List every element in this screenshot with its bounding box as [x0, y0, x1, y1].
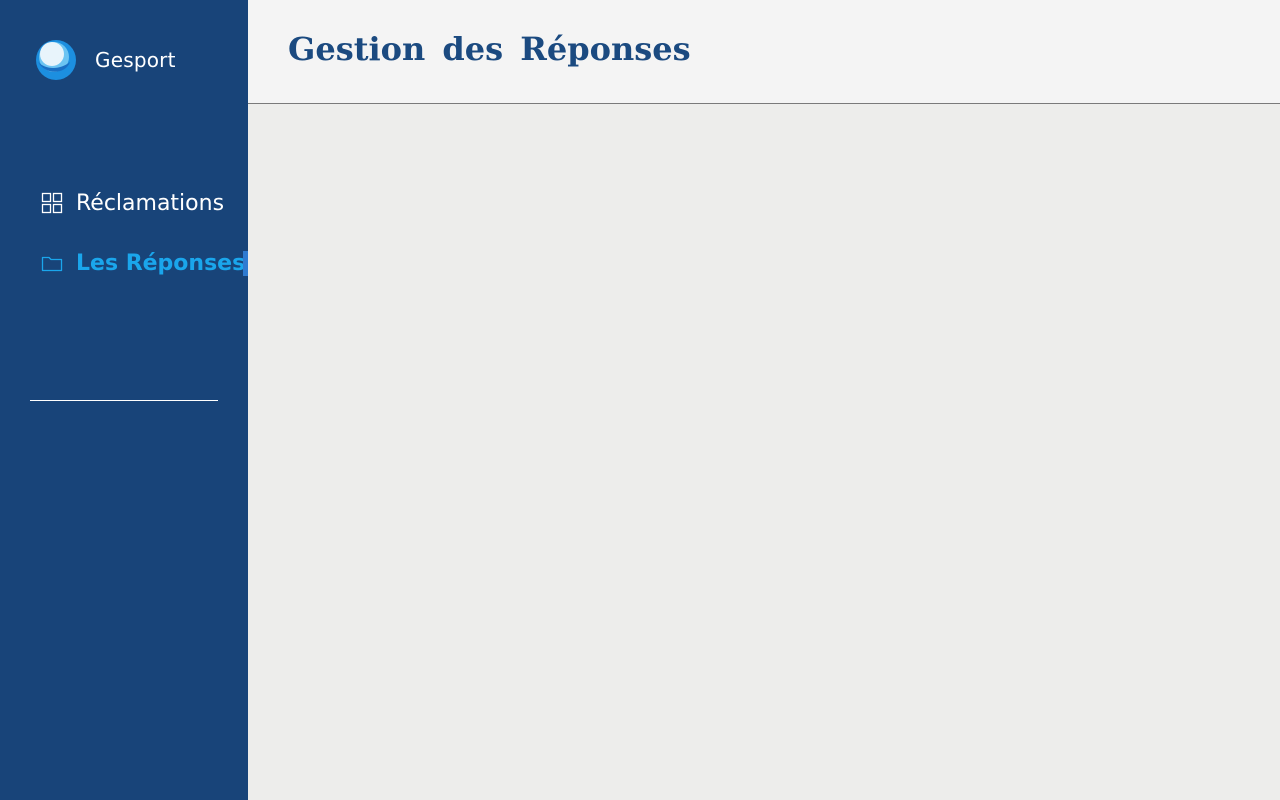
- sidebar-item-reclamations[interactable]: Réclamations: [41, 190, 224, 216]
- page-header: Gestion des Réponses: [248, 0, 1280, 104]
- brand[interactable]: Gesport: [36, 40, 176, 80]
- folder-icon: [41, 256, 63, 272]
- brand-name: Gesport: [95, 48, 176, 72]
- sidebar-item-label: Les Réponses: [76, 250, 246, 276]
- sidebar-item-label: Réclamations: [76, 190, 225, 216]
- app-window: Gesport Réclamations Les Réponses Gestio…: [0, 0, 1280, 800]
- sidebar-divider: [30, 400, 218, 401]
- wave-logo-icon: [36, 40, 76, 80]
- sidebar: Gesport Réclamations Les Réponses: [0, 0, 248, 800]
- main-content: [248, 105, 1280, 800]
- grid-icon: [41, 192, 63, 214]
- sidebar-item-reponses[interactable]: Les Réponses: [41, 250, 245, 276]
- page-title: Gestion des Réponses: [288, 30, 691, 68]
